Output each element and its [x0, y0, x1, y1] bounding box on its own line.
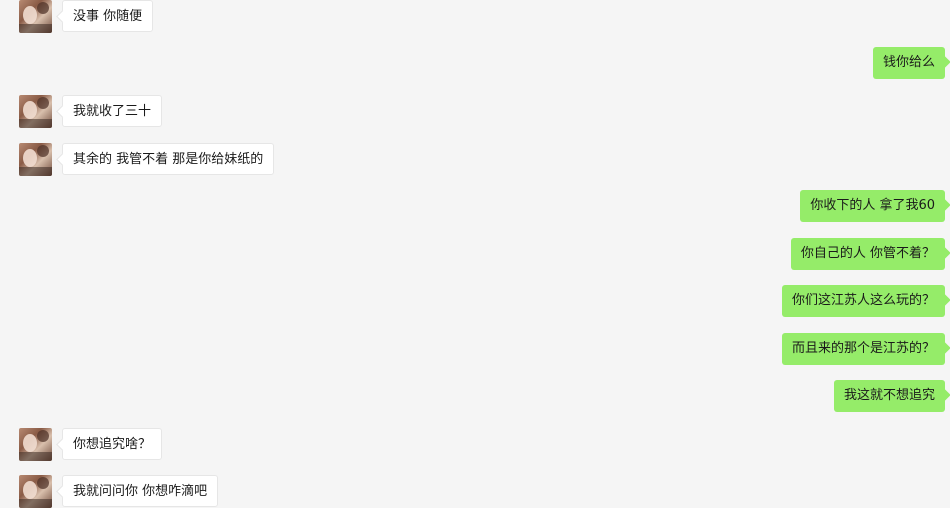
outgoing-message-bubble[interactable]: 钱你给么 — [872, 47, 945, 79]
message-text: 你自己的人 你管不着？ — [800, 246, 935, 261]
incoming-message-bubble[interactable]: 我就问问你 你想咋滴吧 — [62, 475, 219, 507]
message-text: 你想追究啥？ — [73, 437, 152, 452]
outgoing-message-bubble[interactable]: 你收下的人 拿了我60 — [800, 190, 945, 222]
contact-avatar[interactable] — [19, 95, 52, 128]
incoming-message-bubble[interactable]: 我就收了三十 — [62, 95, 163, 127]
outgoing-message-bubble[interactable]: 而且来的那个是江苏的？ — [781, 333, 945, 365]
incoming-message-bubble[interactable]: 其余的 我管不着 那是你给妹纸的 — [62, 143, 275, 175]
message-text: 你们这江苏人这么玩的？ — [791, 293, 935, 308]
message-text: 我这就不想追究 — [843, 388, 935, 403]
incoming-message-bubble[interactable]: 没事 你随便 — [62, 0, 154, 32]
message-text: 而且来的那个是江苏的？ — [791, 341, 935, 356]
message-text: 钱你给么 — [882, 55, 935, 70]
chat-message-area[interactable]: 没事 你随便 钱你给么 我就收了三十 其余的 我管不着 那是你给妹纸的 你收下的… — [0, 0, 950, 508]
contact-avatar[interactable] — [19, 0, 52, 33]
incoming-message-bubble[interactable]: 你想追究啥？ — [62, 428, 163, 460]
outgoing-message-bubble[interactable]: 你自己的人 你管不着？ — [790, 238, 945, 270]
outgoing-message-bubble[interactable]: 你们这江苏人这么玩的？ — [781, 285, 945, 317]
contact-avatar[interactable] — [19, 475, 52, 508]
outgoing-message-bubble[interactable]: 我这就不想追究 — [833, 380, 945, 412]
message-text: 其余的 我管不着 那是你给妹纸的 — [73, 152, 264, 167]
contact-avatar[interactable] — [19, 428, 52, 461]
message-text: 没事 你随便 — [73, 9, 143, 24]
message-text: 你收下的人 拿了我60 — [810, 198, 935, 213]
message-text: 我就问问你 你想咋滴吧 — [73, 484, 208, 499]
contact-avatar[interactable] — [19, 143, 52, 176]
message-text: 我就收了三十 — [73, 104, 152, 119]
